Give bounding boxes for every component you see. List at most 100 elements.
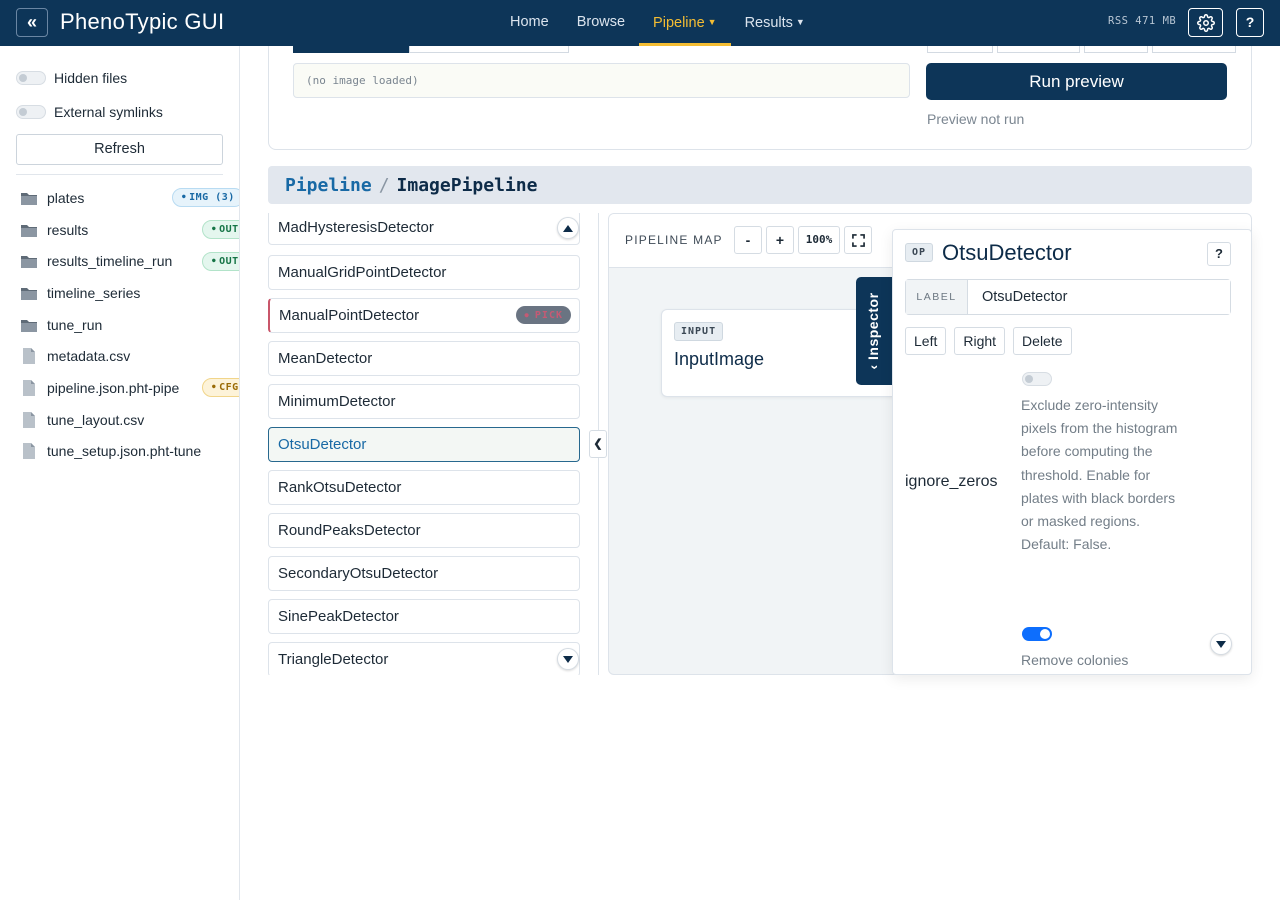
- node-title: InputImage: [674, 349, 765, 369]
- op-type-tag: OP: [905, 243, 934, 262]
- ignore-zeros-toggle[interactable]: [1022, 372, 1052, 386]
- detector-item[interactable]: ManualPointDetector PICK: [268, 298, 580, 333]
- preview-status: Preview not run: [927, 111, 1025, 127]
- delete-button[interactable]: Delete: [1013, 327, 1072, 355]
- move-right-button[interactable]: Right: [954, 327, 1006, 355]
- gear-icon: [1196, 13, 1215, 32]
- detector-item[interactable]: SinePeakDetector: [268, 599, 580, 634]
- zoom-out-button[interactable]: -: [734, 226, 762, 254]
- breadcrumb-root[interactable]: Pipeline: [285, 175, 372, 196]
- file-item-tune-layout-csv[interactable]: tune_layout.csv: [20, 404, 239, 436]
- segment-option[interactable]: [409, 46, 569, 53]
- next-param-toggle[interactable]: [1022, 627, 1052, 641]
- nav-home[interactable]: Home: [496, 0, 563, 46]
- param-description: Exclude zero-intensity pixels from the h…: [1021, 397, 1178, 553]
- help-button[interactable]: ?: [1236, 8, 1264, 37]
- detector-item-selected[interactable]: OtsuDetector: [268, 427, 580, 462]
- detector-item[interactable]: MadHysteresisDetector: [268, 213, 580, 245]
- nav-browse[interactable]: Browse: [563, 0, 639, 46]
- file-tag-badge: OUT: [202, 220, 239, 240]
- fit-view-button[interactable]: [844, 226, 872, 254]
- external-symlinks-label: External symlinks: [54, 104, 163, 120]
- param-name: ignore_zeros: [905, 473, 998, 490]
- detector-item[interactable]: RoundPeaksDetector: [268, 513, 580, 548]
- scroll-down-button[interactable]: [557, 648, 579, 670]
- file-item-timeline-series[interactable]: timeline_series: [20, 277, 239, 309]
- collapse-sidebar-button[interactable]: «: [16, 8, 48, 37]
- detector-item[interactable]: SecondaryOtsuDetector: [268, 556, 580, 591]
- file-list: plates IMG (3) results OUT results_timel…: [20, 182, 239, 468]
- detector-item[interactable]: TriangleDetector: [268, 642, 580, 675]
- label-input[interactable]: [968, 280, 1230, 314]
- source-segmented-control: [293, 46, 569, 53]
- collapse-list-button[interactable]: ❮: [589, 430, 607, 458]
- inspector-scroll-down-button[interactable]: [1210, 633, 1232, 655]
- scroll-up-button[interactable]: [557, 217, 579, 239]
- preview-card: (no image loaded) Run preview Preview no…: [268, 46, 1252, 150]
- file-item-pipeline-json[interactable]: pipeline.json.pht-pipe CFG: [20, 372, 239, 404]
- file-name: plates: [47, 189, 85, 206]
- memory-status: RSS 471 MB: [1108, 15, 1177, 27]
- detector-item[interactable]: MeanDetector: [268, 341, 580, 376]
- file-name: results: [47, 221, 89, 238]
- folder-icon: [20, 222, 38, 238]
- nav-pipeline[interactable]: Pipeline ▼: [639, 0, 731, 46]
- file-name: pipeline.json.pht-pipe: [47, 379, 180, 396]
- inspector-tab-label: ‹ Inspector: [865, 292, 881, 370]
- node-type-tag: INPUT: [674, 322, 724, 341]
- detector-item[interactable]: RankOtsuDetector: [268, 470, 580, 505]
- file-item-tune-setup-json[interactable]: tune_setup.json.pht-tune: [20, 436, 239, 468]
- toggle-switch[interactable]: [16, 71, 46, 85]
- label-field: LABEL: [905, 279, 1231, 315]
- inspector-help-button[interactable]: ?: [1207, 242, 1231, 266]
- file-icon: [20, 348, 38, 365]
- file-sidebar: Hidden files External symlinks Refresh p…: [0, 46, 240, 900]
- nav-results[interactable]: Results ▼: [731, 0, 819, 46]
- file-icon: [20, 379, 38, 396]
- inspector-title: OtsuDetector: [942, 240, 1072, 265]
- main-content: (no image loaded) Run preview Preview no…: [240, 46, 1280, 900]
- input-field[interactable]: [927, 46, 993, 53]
- zoom-level[interactable]: 100%: [798, 226, 840, 254]
- file-item-metadata-csv[interactable]: metadata.csv: [20, 340, 239, 372]
- folder-icon: [20, 253, 38, 269]
- refresh-button[interactable]: Refresh: [16, 134, 223, 165]
- zoom-in-button[interactable]: +: [766, 226, 794, 254]
- settings-button[interactable]: [1188, 8, 1223, 37]
- file-name: results_timeline_run: [47, 253, 173, 270]
- file-name: timeline_series: [47, 284, 141, 301]
- inspector-panel: OP OtsuDetector ? LABEL Left Right Delet…: [892, 229, 1252, 675]
- external-symlinks-toggle[interactable]: External symlinks: [16, 104, 163, 120]
- divider: [16, 174, 223, 175]
- chevron-down-icon: [1216, 640, 1226, 648]
- move-left-button[interactable]: Left: [905, 327, 947, 355]
- breadcrumb: Pipeline / ImagePipeline: [268, 166, 1252, 204]
- top-bar: « PhenoTypic GUI Home Browse Pipeline ▼ R…: [0, 0, 1280, 46]
- run-preview-button[interactable]: Run preview: [926, 63, 1227, 100]
- input-field[interactable]: [997, 46, 1080, 53]
- inspector-tab[interactable]: ‹ Inspector: [856, 277, 893, 385]
- file-item-results-timeline-run[interactable]: results_timeline_run OUT: [20, 245, 239, 277]
- hidden-files-label: Hidden files: [54, 70, 128, 86]
- detector-item[interactable]: MinimumDetector: [268, 384, 580, 419]
- label-prefix: LABEL: [906, 280, 968, 314]
- detector-item[interactable]: ManualGridPointDetector: [268, 255, 580, 290]
- input-field[interactable]: [1084, 46, 1148, 53]
- preview-inputs: [927, 46, 1236, 53]
- toggle-switch[interactable]: [16, 105, 46, 119]
- hidden-files-toggle[interactable]: Hidden files: [16, 70, 127, 86]
- chevron-down-icon: ▼: [795, 17, 805, 27]
- pick-badge: PICK: [516, 306, 571, 324]
- input-field[interactable]: [1152, 46, 1236, 53]
- file-tag-badge: IMG (3): [172, 188, 239, 208]
- folder-icon: [20, 285, 38, 301]
- node-actions: Left Right Delete: [905, 327, 1072, 355]
- file-item-results[interactable]: results OUT: [20, 214, 239, 246]
- folder-icon: [20, 190, 38, 206]
- file-item-tune-run[interactable]: tune_run: [20, 309, 239, 341]
- file-tag-badge: CFG: [202, 378, 239, 398]
- file-item-plates[interactable]: plates IMG (3): [20, 182, 239, 214]
- file-icon: [20, 443, 38, 460]
- file-tag-badge: OUT: [202, 251, 239, 271]
- segment-option[interactable]: [293, 46, 409, 53]
